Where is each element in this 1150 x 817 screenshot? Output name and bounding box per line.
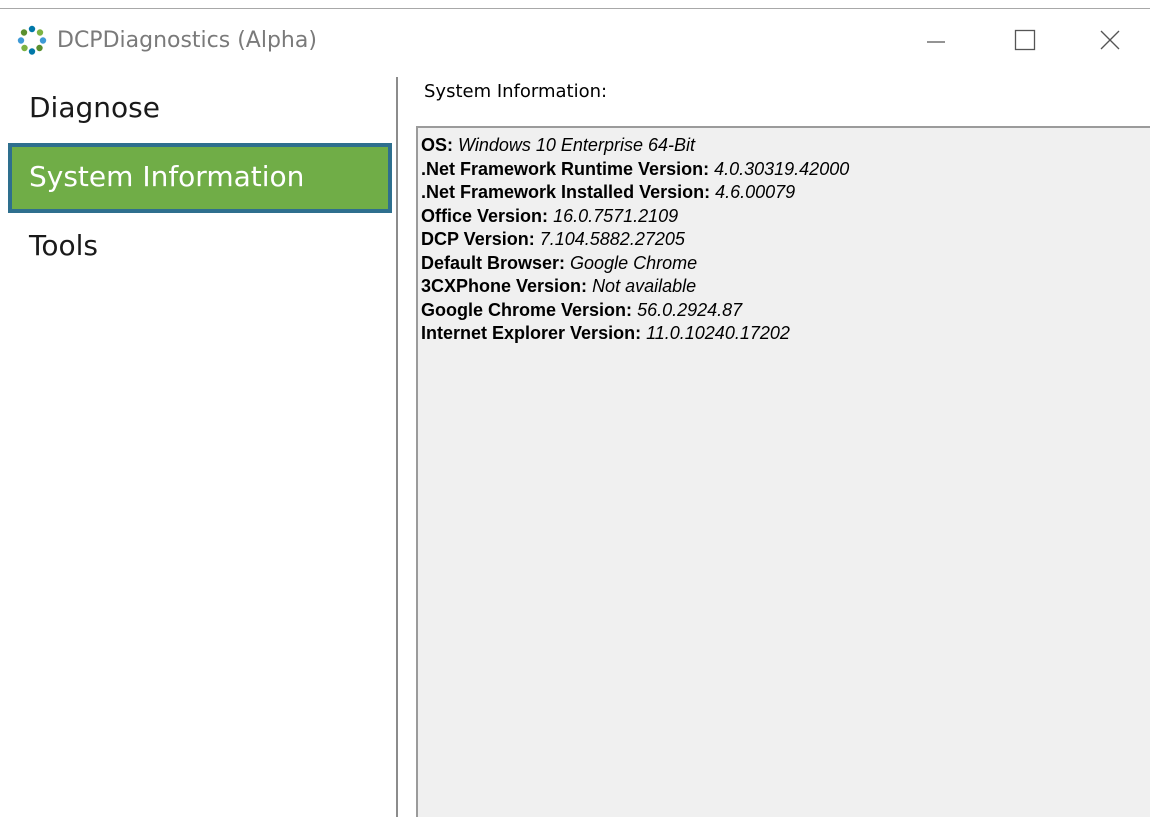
info-row-net-runtime: .Net Framework Runtime Version: 4.0.3031… bbox=[421, 158, 1150, 182]
info-row-dcp: DCP Version: 7.104.5882.27205 bbox=[421, 228, 1150, 252]
info-row-ie: Internet Explorer Version: 11.0.10240.17… bbox=[421, 322, 1150, 346]
maximize-icon bbox=[1014, 29, 1036, 51]
info-value: Google Chrome bbox=[570, 252, 698, 273]
sidebar-item-label: System Information bbox=[29, 160, 305, 193]
info-value: 7.104.5882.27205 bbox=[539, 229, 685, 249]
close-icon bbox=[1100, 30, 1120, 50]
sidebar-item-label: Tools bbox=[29, 229, 98, 262]
maximize-button[interactable] bbox=[985, 9, 1065, 71]
info-key: Internet Explorer Version: bbox=[421, 323, 642, 343]
info-value: Windows 10 Enterprise 64-Bit bbox=[458, 135, 695, 155]
info-value: 4.0.30319.42000 bbox=[714, 158, 850, 179]
close-button[interactable] bbox=[1070, 9, 1150, 71]
app-logo-icon bbox=[17, 25, 47, 55]
info-row-os: OS: Windows 10 Enterprise 64-Bit bbox=[421, 134, 1150, 158]
info-value: Not available bbox=[592, 276, 697, 296]
minimize-icon bbox=[927, 41, 945, 43]
info-row-net-installed: .Net Framework Installed Version: 4.6.00… bbox=[421, 181, 1150, 205]
info-value: 56.0.2924.87 bbox=[637, 299, 743, 320]
system-info-textbox[interactable]: OS: Windows 10 Enterprise 64-Bit .Net Fr… bbox=[416, 126, 1150, 817]
sidebar-item-label: Diagnose bbox=[29, 91, 160, 124]
info-value: 4.6.00079 bbox=[715, 182, 796, 202]
info-key: 3CXPhone Version: bbox=[421, 276, 588, 296]
main-content: System Information: OS: Windows 10 Enter… bbox=[398, 71, 1150, 817]
info-row-office: Office Version: 16.0.7571.2109 bbox=[421, 205, 1150, 229]
info-row-3cxphone: 3CXPhone Version: Not available bbox=[421, 275, 1150, 299]
info-row-chrome: Google Chrome Version: 56.0.2924.87 bbox=[421, 299, 1150, 323]
section-title: System Information: bbox=[424, 81, 608, 102]
sidebar-item-tools[interactable]: Tools bbox=[8, 213, 392, 283]
info-key: Google Chrome Version: bbox=[421, 299, 633, 320]
info-key: .Net Framework Installed Version: bbox=[421, 182, 711, 202]
info-key: Default Browser: bbox=[421, 252, 566, 273]
sidebar-nav: Diagnose System Information Tools bbox=[0, 71, 396, 817]
minimize-button[interactable] bbox=[896, 9, 976, 71]
info-key: .Net Framework Runtime Version: bbox=[421, 158, 710, 179]
sidebar-item-diagnose[interactable]: Diagnose bbox=[8, 75, 392, 145]
sidebar-item-system-information[interactable]: System Information bbox=[8, 143, 392, 213]
title-bar[interactable]: DCPDiagnostics (Alpha) bbox=[0, 9, 1150, 71]
info-value: 16.0.7571.2109 bbox=[553, 205, 679, 226]
app-window: DCPDiagnostics (Alpha) Diagnose System I… bbox=[0, 0, 1150, 817]
info-key: OS: bbox=[421, 135, 454, 155]
window-title: DCPDiagnostics (Alpha) bbox=[57, 28, 317, 53]
info-row-default-browser: Default Browser: Google Chrome bbox=[421, 252, 1150, 276]
info-value: 11.0.10240.17202 bbox=[646, 323, 790, 343]
info-key: Office Version: bbox=[421, 205, 549, 226]
info-key: DCP Version: bbox=[421, 229, 535, 249]
